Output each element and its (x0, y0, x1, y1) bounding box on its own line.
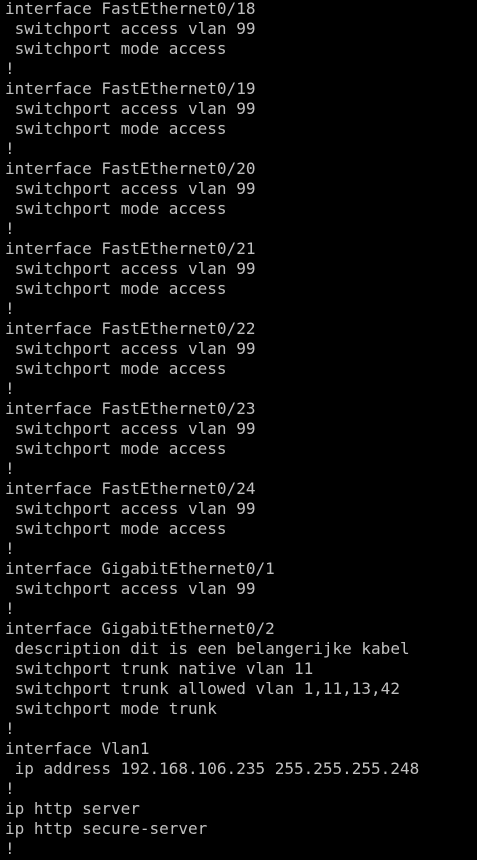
terminal-line: ! (5, 219, 15, 238)
terminal-line: interface FastEthernet0/18 (5, 0, 256, 18)
terminal-line: switchport access vlan 99 (5, 99, 256, 118)
terminal-line: switchport mode access (5, 439, 227, 458)
terminal-line: switchport access vlan 99 (5, 179, 256, 198)
terminal-line: switchport access vlan 99 (5, 579, 256, 598)
terminal-line: ! (5, 379, 15, 398)
terminal-line: interface FastEthernet0/23 (5, 399, 256, 418)
terminal-line: switchport access vlan 99 (5, 339, 256, 358)
terminal-line: interface GigabitEthernet0/2 (5, 619, 275, 638)
terminal-line: switchport mode access (5, 39, 227, 58)
terminal-line: ! (5, 459, 15, 478)
terminal-line: interface FastEthernet0/24 (5, 479, 256, 498)
terminal-line: ip address 192.168.106.235 255.255.255.2… (5, 759, 420, 778)
terminal-line: ! (5, 539, 15, 558)
terminal-line: switchport mode access (5, 359, 227, 378)
terminal-line: switchport access vlan 99 (5, 499, 256, 518)
terminal-line: ! (5, 59, 15, 78)
terminal-line: interface FastEthernet0/20 (5, 159, 256, 178)
terminal-line: switchport mode access (5, 119, 227, 138)
terminal-line: interface Vlan1 (5, 739, 150, 758)
terminal-output[interactable]: interface FastEthernet0/18 switchport ac… (5, 0, 477, 859)
terminal-line: ! (5, 139, 15, 158)
terminal-line: ip http server (5, 799, 140, 818)
terminal-line: ! (5, 719, 15, 738)
terminal-line: ip http secure-server (5, 819, 208, 838)
terminal-line: ! (5, 599, 15, 618)
terminal-line: switchport access vlan 99 (5, 259, 256, 278)
terminal-line: ! (5, 299, 15, 318)
terminal-line: description dit is een belangerijke kabe… (5, 639, 410, 658)
terminal-line: switchport mode access (5, 279, 227, 298)
terminal-line: interface GigabitEthernet0/1 (5, 559, 275, 578)
terminal-line: ! (5, 839, 15, 858)
terminal-line: interface FastEthernet0/19 (5, 79, 256, 98)
terminal-line: switchport access vlan 99 (5, 419, 256, 438)
terminal-line: switchport mode trunk (5, 699, 217, 718)
terminal-line: interface FastEthernet0/21 (5, 239, 256, 258)
terminal-line: ! (5, 779, 15, 798)
terminal-line: switchport access vlan 99 (5, 19, 256, 38)
terminal-line: switchport trunk native vlan 11 (5, 659, 314, 678)
terminal-line: switchport mode access (5, 519, 227, 538)
terminal-line: switchport mode access (5, 199, 227, 218)
terminal-line: switchport trunk allowed vlan 1,11,13,42 (5, 679, 400, 698)
terminal-line: interface FastEthernet0/22 (5, 319, 256, 338)
